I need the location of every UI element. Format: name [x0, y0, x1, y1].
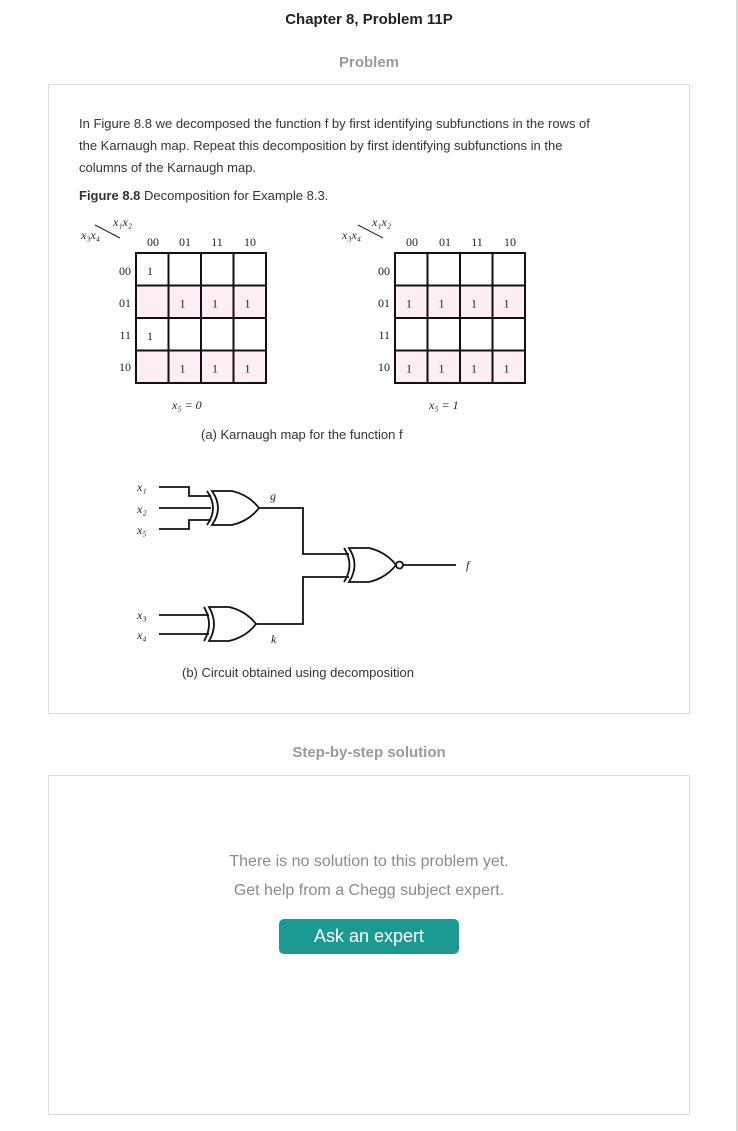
- kmap-left-cell-value: 1: [180, 297, 186, 311]
- subcaption-a: (a) Karnaugh map for the function f: [201, 427, 403, 442]
- input-x3-label: x₃: [136, 608, 147, 622]
- kmap-left-col-label-11: 11: [211, 235, 223, 249]
- kmap-left-row-label-11: 11: [119, 328, 131, 342]
- gate-f-inversion-bubble: [395, 560, 404, 570]
- kmap-right-col-label-01: 01: [439, 235, 451, 249]
- kmap-left-cell-value: 1: [147, 329, 153, 343]
- kmap-left-cell-value: 1: [147, 264, 153, 278]
- kmap-right-cell-value: 1: [439, 297, 445, 311]
- kmap-left-col-label-01: 01: [179, 235, 191, 249]
- kmap-right-x5-label: x₅ = 1: [428, 398, 459, 412]
- kmap-left-row-var: x₃x₄: [80, 228, 100, 242]
- output-f-label: f: [466, 558, 471, 572]
- input-x4-label: x₄: [136, 628, 147, 642]
- kmap-left-cell-value: 1: [212, 362, 218, 376]
- gate-g: [210, 490, 261, 526]
- kmap-right-col-label-11: 11: [471, 235, 483, 249]
- kmap-right-row-var: x₃x₄: [341, 228, 361, 242]
- gate-f: [347, 547, 398, 583]
- signal-k-label: k: [271, 632, 277, 646]
- kmap-right-row-label-01: 01: [378, 296, 390, 310]
- subcaption-b: (b) Circuit obtained using decomposition: [182, 665, 414, 680]
- kmap-right-cell-value: 1: [406, 362, 412, 376]
- kmap-left-col-label-00: 00: [147, 235, 159, 249]
- kmap-right-row-label-10: 10: [378, 360, 390, 374]
- kmap-right-cell-value: 1: [439, 362, 445, 376]
- problem-card: In Figure 8.8 we decomposed the function…: [48, 84, 690, 714]
- page-title: Chapter 8, Problem 11P: [285, 11, 453, 28]
- kmap-left-cell-value: 1: [245, 297, 251, 311]
- wire-k: [256, 576, 349, 625]
- wire-x5: [159, 519, 211, 530]
- kmap-left-cell-value: 1: [180, 362, 186, 376]
- kmap-right-cell-value: 1: [471, 297, 477, 311]
- kmap-left: x₁x₂ x₃x₄ 00 01 11 10 00 01 11 10 11 1 111…: [80, 215, 267, 412]
- kmap-left-shaded-cell: [136, 350, 169, 383]
- kmap-right-col-var: x₁x₂: [371, 215, 391, 229]
- kmap-right-cell-value: 1: [504, 362, 510, 376]
- gate-k-input-curve: [203, 606, 210, 642]
- kmap-left-col-label-10: 10: [244, 235, 256, 249]
- kmap-right-row-label-00: 00: [378, 264, 390, 278]
- kmap-left-cell-value: 1: [212, 297, 218, 311]
- wire-g: [259, 507, 349, 555]
- no-solution-text: There is no solution to this problem yet…: [229, 853, 509, 870]
- kmap-right-cell-value: 1: [406, 297, 412, 311]
- kmap-right-row-label-11: 11: [378, 328, 390, 342]
- circuit: x₁ x₂ x₅ g x₃ x₄ k f: [136, 480, 471, 646]
- kmap-right-cell-value: 1: [504, 297, 510, 311]
- input-x1-label: x₁: [136, 480, 147, 494]
- kmap-right: x₁x₂ x₃x₄ 00 01 11 10 00 01 11 10 1 1 1 11 1…: [341, 215, 526, 412]
- kmap-left-x5-label: x₅ = 0: [171, 398, 202, 412]
- get-help-text: Get help from a Chegg subject expert.: [233, 882, 505, 899]
- input-x2-label: x₂: [136, 502, 147, 516]
- problem-heading: Problem: [338, 54, 399, 71]
- kmap-right-col-label-10: 10: [504, 235, 516, 249]
- kmap-left-row-label-01: 01: [119, 296, 131, 310]
- figure-8-8: x₁x₂ x₃x₄ 00 01 11 10 00 01 11 10 11 1 111…: [80, 215, 526, 680]
- kmap-right-col-label-00: 00: [406, 235, 418, 249]
- wire-x1: [159, 486, 211, 497]
- kmap-left-shaded-cell: [136, 285, 169, 318]
- kmap-left-row-label-10: 10: [119, 360, 131, 374]
- kmap-left-cell-value: 1: [245, 362, 251, 376]
- kmap-right-cell-value: 1: [471, 362, 477, 376]
- solution-heading: Step-by-step solution: [292, 744, 446, 761]
- solution-card: There is no solution to this problem yet…: [48, 775, 690, 1115]
- input-x5-label: x₅: [136, 523, 147, 537]
- kmap-left-col-var: x₁x₂: [112, 215, 132, 229]
- signal-g-label: g: [270, 489, 276, 503]
- gate-k: [207, 606, 258, 642]
- kmap-left-row-label-00: 00: [119, 264, 131, 278]
- ask-expert-button[interactable]: Ask an expert: [279, 919, 459, 954]
